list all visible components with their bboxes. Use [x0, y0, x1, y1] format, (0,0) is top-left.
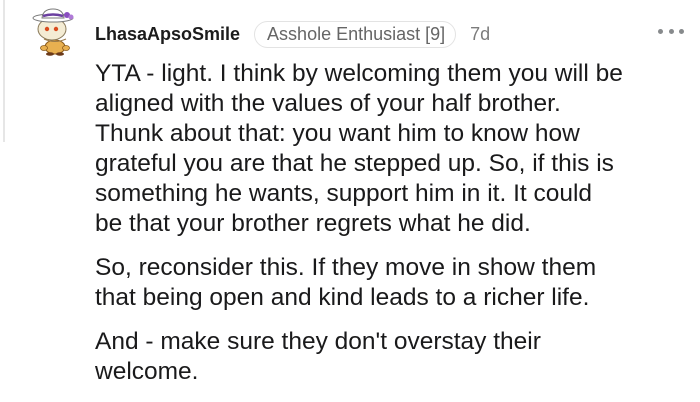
comment-paragraph: YTA - light. I think by welcoming them y…	[95, 60, 623, 237]
comment-header: LhasaApsoSmile Asshole Enthusiast [9] 7d	[95, 20, 490, 48]
comment: LhasaApsoSmile Asshole Enthusiast [9] 7d…	[28, 6, 700, 402]
username-link[interactable]: LhasaApsoSmile	[95, 24, 240, 45]
more-options-icon[interactable]	[658, 24, 684, 38]
user-flair-badge: Asshole Enthusiast [9]	[254, 20, 457, 48]
comment-paragraph: So, reconsider this. If they move in sho…	[95, 254, 597, 311]
dot	[679, 28, 684, 34]
thread-line[interactable]	[3, 0, 5, 142]
comment-paragraph: And - make sure they don't overstay thei…	[95, 328, 541, 385]
comment-body: YTA - light. I think by welcoming them y…	[95, 59, 685, 401]
dot	[668, 28, 674, 34]
timestamp[interactable]: 7d	[470, 24, 490, 45]
dot	[658, 28, 663, 34]
snoo-avatar-icon[interactable]	[28, 6, 82, 56]
